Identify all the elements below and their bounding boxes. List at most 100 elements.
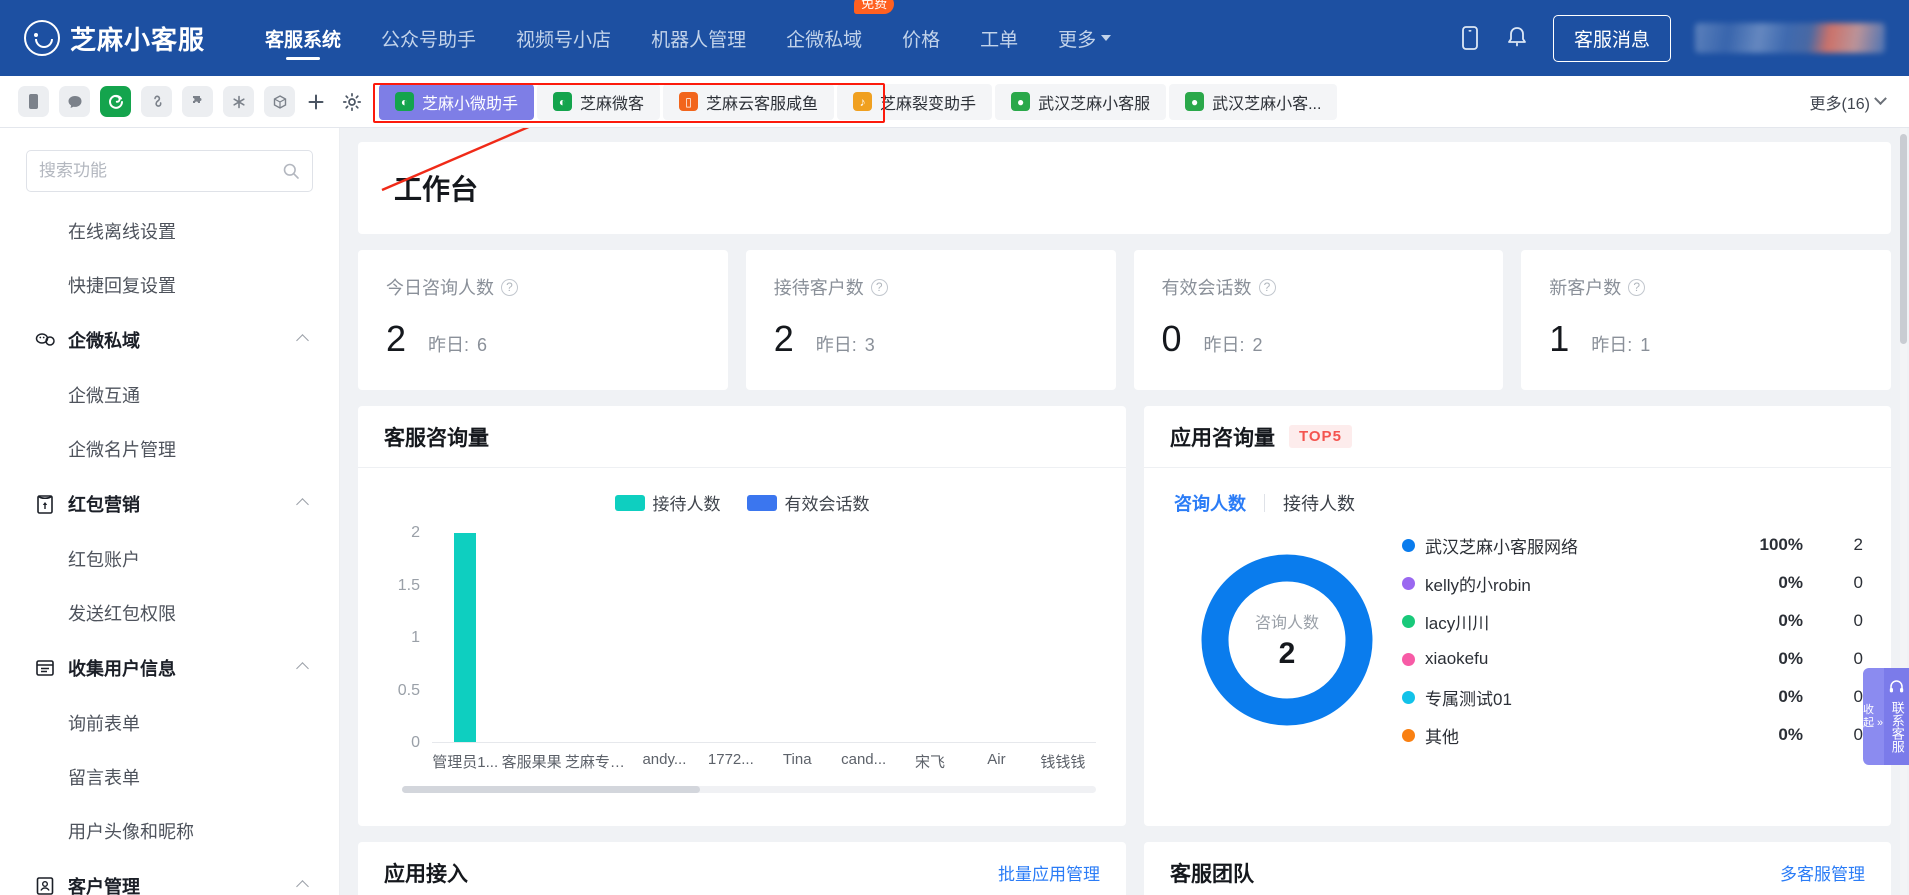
legend-row[interactable]: xiaokefu 0% 0 xyxy=(1402,640,1863,678)
legend-item-served[interactable]: 接待人数 xyxy=(614,490,721,515)
sidebar-item-hongbao-account[interactable]: 红包账户 xyxy=(0,532,339,586)
stat-card-valid-sessions[interactable]: 有效会话数 ? 0 昨日: 2 xyxy=(1133,250,1504,390)
help-icon[interactable]: ? xyxy=(1258,278,1276,296)
nav-item-qiwei[interactable]: 企微私域 免费 xyxy=(786,0,895,76)
search-function-box[interactable] xyxy=(26,150,313,192)
x-tick-label: 钱钱钱 xyxy=(1040,754,1086,771)
stat-label: 今日咨询人数 xyxy=(386,278,494,298)
app-tab-wuhan-zhima-1[interactable]: ● 武汉芝麻小客服 xyxy=(995,83,1167,120)
legend-row[interactable]: 专属测试01 0% 0 xyxy=(1402,678,1863,716)
donut-legend-list: 武汉芝麻小客服网络 100% 2 kelly的小robin 0% 0 lacy川… xyxy=(1402,526,1863,754)
sidebar-item-pre-inquiry-form[interactable]: 询前表单 xyxy=(0,696,339,750)
stat-sub-label: 昨日: xyxy=(1203,335,1245,355)
contact-support-button[interactable]: 联系客服 xyxy=(1884,668,1909,766)
header-right-actions: 客服消息 xyxy=(1459,14,1885,62)
sidebar-item-qiwei-card[interactable]: 企微名片管理 xyxy=(0,422,339,476)
app-tab-label: 武汉芝麻小客... xyxy=(1212,95,1322,113)
tab-consult-count[interactable]: 咨询人数 xyxy=(1174,490,1246,516)
search-input[interactable] xyxy=(39,161,282,181)
tab-served-count[interactable]: 接待人数 xyxy=(1283,490,1355,516)
nav-item-robot[interactable]: 机器人管理 xyxy=(651,0,746,76)
bar-slot xyxy=(1030,533,1096,742)
help-icon[interactable]: ? xyxy=(870,278,888,296)
more-tabs-button[interactable]: 更多(16) xyxy=(1810,90,1891,114)
legend-row[interactable]: kelly的小robin 0% 0 xyxy=(1402,564,1863,602)
stat-card-today-consult[interactable]: 今日咨询人数 ? 2 昨日: 6 xyxy=(358,250,728,390)
link-icon[interactable] xyxy=(141,86,172,117)
sidebar-item-hongbao-permission[interactable]: 发送红包权限 xyxy=(0,586,339,640)
gear-icon[interactable] xyxy=(337,87,367,117)
bell-icon[interactable] xyxy=(1505,25,1529,51)
legend-count: 0 xyxy=(1853,611,1863,630)
sidebar-group-customer-management[interactable]: 客户管理 xyxy=(0,858,339,895)
batch-app-management-link[interactable]: 批量应用管理 xyxy=(998,860,1100,885)
sidebar-group-hongbao[interactable]: 红包营销 xyxy=(0,476,339,532)
sidebar-group-collect-user-info[interactable]: 收集用户信息 xyxy=(0,640,339,696)
app-tab-zhima-weike[interactable]: ◐ 芝麻微客 xyxy=(537,83,661,120)
stat-values: 2 昨日: 3 xyxy=(774,318,1088,360)
legend-row[interactable]: 武汉芝麻小客服网络 100% 2 xyxy=(1402,526,1863,564)
bar-slot xyxy=(631,533,697,742)
legend-item-valid-session[interactable]: 有效会话数 xyxy=(746,490,870,515)
app-tab-wuhan-zhima-2[interactable]: ● 武汉芝麻小客... xyxy=(1169,83,1338,120)
legend-row[interactable]: lacy川川 0% 0 xyxy=(1402,602,1863,640)
stat-card-new-customers[interactable]: 新客户数 ? 1 昨日: 1 xyxy=(1521,250,1891,390)
donut-chart[interactable]: 咨询人数 2 xyxy=(1172,545,1402,735)
brand-logo-area[interactable]: 芝麻小客服 xyxy=(24,20,205,57)
sidebar-item-online-offline[interactable]: 在线离线设置 xyxy=(0,204,339,258)
legend-name: 其他 xyxy=(1425,727,1459,747)
sidebar-item-qiwei-hutong[interactable]: 企微互通 xyxy=(0,368,339,422)
x-tick-label: 管理员1... xyxy=(432,754,499,771)
sidebar-item-label: 询前表单 xyxy=(68,714,140,734)
app-access-title: 应用接入 xyxy=(384,862,468,886)
nav-item-price[interactable]: 价格 xyxy=(902,0,940,76)
sidebar-item-label: 发送红包权限 xyxy=(68,604,176,624)
help-icon[interactable]: ? xyxy=(1628,278,1646,296)
bar-chart-card: 客服咨询量 接待人数 有效会话数 0 0.5 1 1.5 2 管理员1... 客… xyxy=(358,406,1126,826)
nav-item-ticket[interactable]: 工单 xyxy=(980,0,1018,76)
app-tab-zhima-liebian[interactable]: ♪ 芝麻裂变助手 xyxy=(837,83,993,120)
customer-service-message-button[interactable]: 客服消息 xyxy=(1552,14,1671,62)
content-scrollbar-thumb[interactable] xyxy=(1900,134,1907,344)
x-tick-label: cand... xyxy=(841,751,887,768)
puzzle-icon[interactable] xyxy=(182,86,213,117)
nav-item-shipinhao[interactable]: 视频号小店 xyxy=(516,0,611,76)
cube-icon[interactable] xyxy=(264,86,295,117)
donut-body: 咨询人数 2 武汉芝麻小客服网络 100% 2 kelly的小robin 0% … xyxy=(1144,516,1891,754)
help-icon[interactable]: ? xyxy=(501,278,518,296)
bar-slot xyxy=(565,533,631,742)
bar-chart-header: 客服咨询量 xyxy=(358,406,1126,468)
legend-swatch-blue xyxy=(746,494,777,511)
legend-row[interactable]: 其他 0% 0 xyxy=(1402,716,1863,754)
add-app-button[interactable] xyxy=(301,87,331,117)
legend-dot xyxy=(1402,652,1415,666)
app-tab-label: 芝麻小微助手 xyxy=(422,95,519,113)
stat-card-served-customers[interactable]: 接待客户数 ? 2 昨日: 3 xyxy=(745,250,1116,390)
user-account-blurred[interactable] xyxy=(1695,23,1885,53)
x-tick-label: 芝麻专属... xyxy=(564,754,632,771)
chat-icon[interactable] xyxy=(59,86,90,117)
bar-chart-scrollbar[interactable] xyxy=(402,786,1096,793)
sidebar-item-label: 留言表单 xyxy=(68,768,140,788)
mobile-icon[interactable] xyxy=(18,86,49,117)
sidebar-group-qiwei-siyu[interactable]: 企微私域 xyxy=(0,312,339,368)
stat-sub-label: 昨日: xyxy=(1591,335,1633,355)
nav-item-gongzhonghao[interactable]: 公众号助手 xyxy=(381,0,476,76)
nav-item-more[interactable]: 更多 xyxy=(1058,0,1112,76)
scrollbar-thumb[interactable] xyxy=(402,786,701,793)
multi-agent-management-link[interactable]: 多客服管理 xyxy=(1780,860,1865,885)
bar-served-0[interactable] xyxy=(454,533,477,742)
x-tick-label: Tina xyxy=(782,751,812,768)
sidebar-item-message-form[interactable]: 留言表单 xyxy=(0,750,339,804)
app-tab-zhima-yun-xianyu[interactable]: ▯ 芝麻云客服咸鱼 xyxy=(663,83,835,120)
nav-item-kefu-system[interactable]: 客服系统 xyxy=(265,0,341,76)
mobile-icon[interactable] xyxy=(1459,25,1481,51)
asterisk-icon[interactable] xyxy=(223,86,254,117)
sidebar-item-quick-reply[interactable]: 快捷回复设置 xyxy=(0,258,339,312)
x-tick-label: 1772... xyxy=(707,751,754,768)
app-tab-zhima-xiaowei[interactable]: ◐ 芝麻小微助手 xyxy=(379,83,535,120)
sidebar-item-avatar-nickname[interactable]: 用户头像和昵称 xyxy=(0,804,339,858)
refresh-icon[interactable] xyxy=(100,86,131,117)
collapse-widget-button[interactable]: 收起 » xyxy=(1863,668,1885,766)
stat-values: 1 昨日: 1 xyxy=(1549,318,1863,360)
